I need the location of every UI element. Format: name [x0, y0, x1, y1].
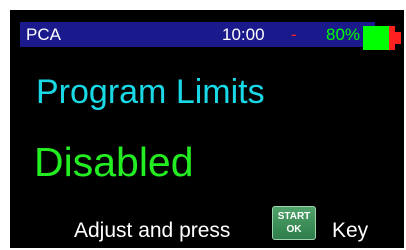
page-title: Program Limits — [36, 73, 265, 111]
prompt-text-before: Adjust and press — [74, 219, 231, 242]
battery-fill — [363, 26, 389, 50]
status-time: 10:00 — [222, 25, 265, 44]
status-title: PCA — [26, 25, 61, 44]
status-bar: PCA 10:00 - 80% — [20, 22, 375, 47]
battery-icon — [363, 26, 403, 50]
status-separator: - — [291, 25, 297, 44]
setting-value: Disabled — [34, 139, 194, 185]
battery-tip — [395, 32, 401, 44]
prompt-text-after: Key — [332, 219, 369, 242]
key-label-ok: OK — [286, 224, 302, 235]
start-ok-key-icon: START OK — [272, 206, 316, 240]
key-label-start: START — [277, 211, 311, 222]
battery-percent: 80% — [326, 25, 361, 44]
device-screen: PCA 10:00 - 80% Program Limits Disabled … — [10, 10, 404, 248]
